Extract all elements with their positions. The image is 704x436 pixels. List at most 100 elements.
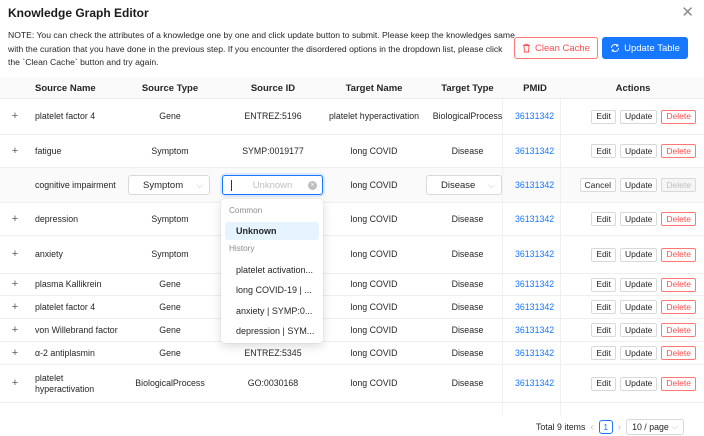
close-icon[interactable]: ✕ xyxy=(681,3,694,21)
source-name-cell: cognitive impairment xyxy=(35,179,116,190)
col-target-name: Target Name xyxy=(345,83,403,94)
delete-button[interactable]: Delete xyxy=(661,376,696,391)
pagination: Total 9 items ‹ 1 › 10 / page ⌵ xyxy=(536,419,685,435)
source-type-cell: Gene xyxy=(159,111,181,121)
delete-button[interactable]: Delete xyxy=(661,109,696,124)
edit-button[interactable]: Edit xyxy=(591,109,616,124)
expand-icon[interactable]: + xyxy=(8,319,22,341)
target-type-select[interactable]: Disease ⌵ xyxy=(426,175,502,195)
expand-icon[interactable]: + xyxy=(8,365,22,402)
source-name-cell: fatigue xyxy=(35,145,62,156)
edit-button[interactable]: Edit xyxy=(591,247,616,262)
table-row: + α-2 antiplasmin Gene ENTREZ:5345 long COVI… xyxy=(0,342,704,365)
update-button[interactable]: Update xyxy=(620,376,658,391)
edit-button[interactable]: Edit xyxy=(591,376,616,391)
pmid-link[interactable]: 36131342 xyxy=(512,342,558,364)
delete-button[interactable]: Delete xyxy=(661,178,696,192)
edit-button[interactable]: Edit xyxy=(591,346,616,360)
pmid-link[interactable]: 36131342 xyxy=(512,135,558,167)
pmid-link[interactable]: 36131342 xyxy=(512,236,558,273)
update-button[interactable]: Update xyxy=(620,178,658,192)
source-type-cell: BiologicalProcess xyxy=(135,378,205,388)
update-button[interactable]: Update xyxy=(620,247,658,262)
row-actions: Edit Update Delete xyxy=(562,274,704,295)
expand-icon[interactable]: + xyxy=(8,99,22,134)
source-id-input[interactable]: Unknown × xyxy=(222,175,323,195)
expand-icon[interactable]: + xyxy=(8,342,22,364)
row-actions: Edit Update Delete xyxy=(562,99,704,134)
note-line: NOTE: You can check the attributes of a … xyxy=(8,30,515,40)
source-name-cell: anxiety xyxy=(35,249,63,259)
cancel-button[interactable]: Cancel xyxy=(579,178,616,192)
table-row: + anxiety Symptom long COVID Disease 36131342… xyxy=(0,236,704,274)
source-type-select[interactable]: Symptom ⌵ xyxy=(128,175,210,195)
expand-icon[interactable]: + xyxy=(8,135,22,167)
update-button[interactable]: Update xyxy=(620,109,658,124)
table-row: + plasma Kallikrein Gene long COVID Disease 3… xyxy=(0,274,704,296)
pmid-link[interactable]: 36131342 xyxy=(512,203,558,235)
clear-icon[interactable]: × xyxy=(308,181,317,190)
expand-icon[interactable]: + xyxy=(8,296,22,318)
dropdown-option[interactable]: long COVID-19 | ... xyxy=(225,281,319,299)
table-row: + fatigue Symptom SYMP:0019177 long COVID Dis… xyxy=(0,135,704,168)
chevron-down-icon: ⌵ xyxy=(672,422,679,431)
source-name-cell: platelet hyperactivation xyxy=(35,372,95,394)
edit-button[interactable]: Edit xyxy=(591,300,616,314)
expand-icon[interactable]: + xyxy=(8,203,22,235)
page-number[interactable]: 1 xyxy=(598,420,613,434)
edit-button[interactable]: Edit xyxy=(591,277,616,292)
clean-cache-button[interactable]: Clean Cache xyxy=(514,37,598,59)
row-actions: Edit Update Delete xyxy=(562,135,704,167)
pmid-link[interactable]: 36131342 xyxy=(512,319,558,341)
page-size-select[interactable]: 10 / page ⌵ xyxy=(626,419,685,435)
expand-icon[interactable]: + xyxy=(8,236,22,273)
update-button[interactable]: Update xyxy=(620,144,658,158)
source-type-cell: Symptom xyxy=(151,249,189,259)
prev-page-icon[interactable]: ‹ xyxy=(590,422,593,433)
source-name-cell: depression xyxy=(35,213,79,224)
source-name-cell: von Willebrand factor xyxy=(35,324,118,335)
pmid-link[interactable]: 36131342 xyxy=(512,365,558,402)
pmid-link[interactable]: 36131342 xyxy=(512,296,558,318)
update-button[interactable]: Update xyxy=(620,277,658,292)
dropdown-option[interactable]: platelet activation... xyxy=(225,261,319,279)
target-type-cell: Disease xyxy=(451,279,484,289)
pmid-link[interactable]: 36131342 xyxy=(512,274,558,295)
page-size-value: 10 / page xyxy=(632,422,669,432)
chevron-down-icon: ⌵ xyxy=(196,180,203,190)
col-source-name: Source Name xyxy=(35,83,96,94)
delete-button[interactable]: Delete xyxy=(661,144,696,158)
delete-button[interactable]: Delete xyxy=(661,346,696,360)
dropdown-option[interactable]: Unknown xyxy=(225,222,319,240)
delete-button[interactable]: Delete xyxy=(661,247,696,262)
row-actions: Edit Update Delete xyxy=(562,296,704,318)
table-row: cognitive impairment Symptom ⌵ Unknown × long… xyxy=(0,168,704,203)
edit-button[interactable]: Edit xyxy=(591,323,616,337)
update-button[interactable]: Update xyxy=(620,300,658,314)
col-actions: Actions xyxy=(615,83,651,94)
table-row: + von Willebrand factor Gene long COVID Dise… xyxy=(0,319,704,342)
delete-button[interactable]: Delete xyxy=(661,277,696,292)
update-table-button[interactable]: Update Table xyxy=(602,37,688,59)
update-button[interactable]: Update xyxy=(620,346,658,360)
source-id-placeholder: Unknown xyxy=(252,179,293,191)
delete-button[interactable]: Delete xyxy=(661,212,696,226)
source-type-cell: Gene xyxy=(159,301,181,312)
pmid-link[interactable]: 36131342 xyxy=(512,99,558,134)
next-page-icon[interactable]: › xyxy=(618,422,621,433)
update-button[interactable]: Update xyxy=(620,323,658,337)
edit-button[interactable]: Edit xyxy=(591,144,616,158)
edit-button[interactable]: Edit xyxy=(591,212,616,226)
dropdown-option[interactable]: depression | SYM... xyxy=(225,322,319,340)
target-name-cell: long COVID xyxy=(350,213,398,224)
update-button[interactable]: Update xyxy=(620,212,658,226)
expand-icon[interactable]: + xyxy=(8,274,22,295)
delete-button[interactable]: Delete xyxy=(661,300,696,314)
target-name-cell: long COVID xyxy=(350,301,398,312)
pmid-link[interactable]: 36131342 xyxy=(512,168,558,202)
column-divider xyxy=(560,99,561,415)
delete-button[interactable]: Delete xyxy=(661,323,696,337)
source-type-cell: Gene xyxy=(159,347,181,358)
row-actions: Edit Update Delete xyxy=(562,203,704,235)
dropdown-option[interactable]: anxiety | SYMP:0... xyxy=(225,302,319,320)
